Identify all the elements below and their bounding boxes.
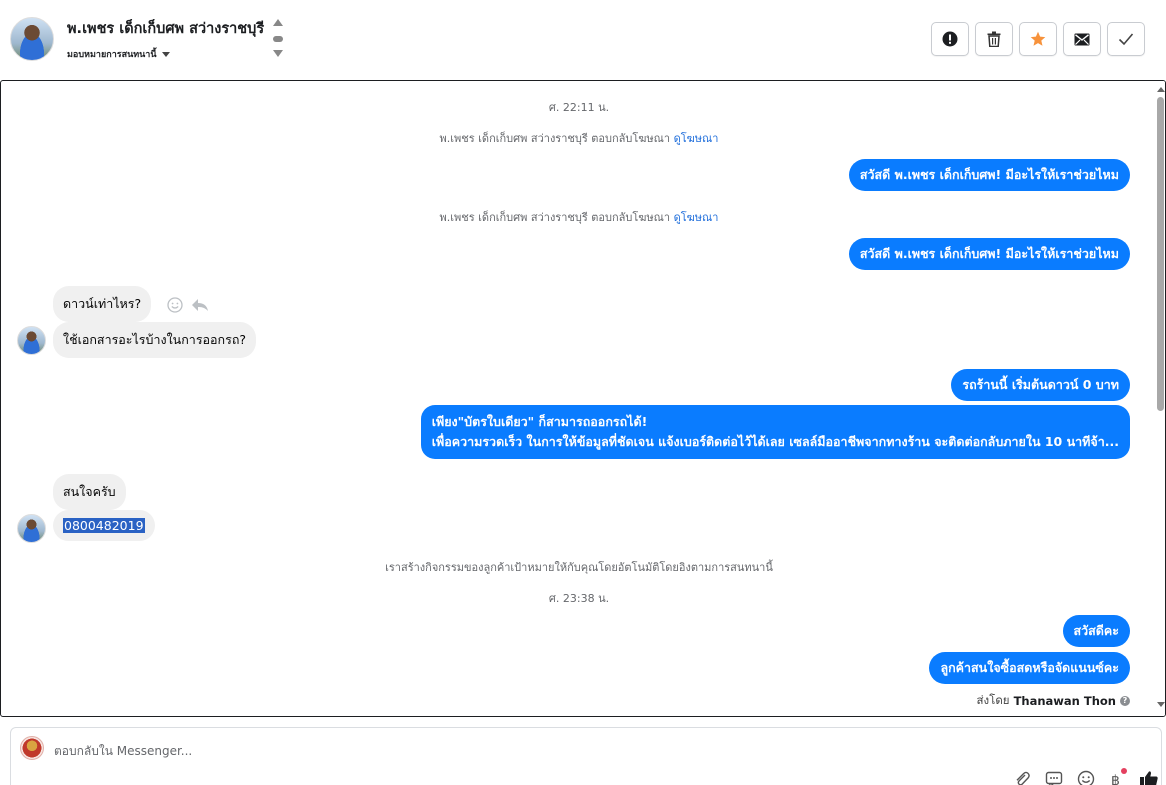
previous-conversation-arrow-icon[interactable] [273, 19, 283, 26]
sent-by-info: ส่งโดย Thanawan Thon ? [977, 692, 1130, 710]
scrollbar[interactable] [1156, 81, 1165, 716]
emoji-icon[interactable] [1077, 770, 1095, 785]
payment-icon[interactable]: ฿ [1109, 768, 1127, 785]
activity-notice: เราสร้างกิจกรรมของลูกค้าเป้าหมายให้กับคุ… [385, 561, 773, 574]
ad-reply-notice: พ.เพชร เด็กเก็บศพ สว่างราชบุรี ตอบกลับโฆ… [1, 129, 1157, 147]
checkmark-icon [1118, 33, 1134, 46]
message-outgoing[interactable]: รถร้านนี้ เริ่มต้นดาวน์ 0 บาท [951, 369, 1130, 402]
message-outgoing-multiline[interactable]: เพียง"บัตรใบเดียว" ก็สามารถออกรถได้! เพื… [420, 405, 1130, 459]
conversation-header: พ.เพชร เด็กเก็บศพ สว่างราชบุรี มอบหมายกา… [0, 0, 1166, 80]
message-outgoing[interactable]: สวัสดี พ.เพชร เด็กเก็บศพ! มีอะไรให้เราช่… [848, 159, 1130, 192]
scrollbar-thumb[interactable] [1157, 97, 1164, 411]
assign-conversation-dropdown[interactable]: มอบหมายการสนทนานี้ [67, 47, 170, 61]
view-ad-link[interactable]: ดูโฆษณา [674, 132, 719, 145]
timestamp: ศ. 23:38 น. [548, 592, 610, 605]
conversation-thread[interactable]: ศ. 22:11 น. พ.เพชร เด็กเก็บศพ สว่างราชบุ… [0, 80, 1166, 717]
svg-text:฿: ฿ [1111, 773, 1120, 785]
message-incoming[interactable]: ดาวน์เท่าไหร? [53, 286, 152, 322]
message-outgoing[interactable]: ลูกค้าสนใจซื้อสดหรือจัดแนนซ์คะ [929, 652, 1130, 685]
notification-dot [1121, 768, 1127, 774]
sent-by-name: Thanawan Thon [1013, 694, 1116, 708]
contact-avatar[interactable] [10, 17, 54, 61]
sender-avatar[interactable] [17, 514, 46, 543]
page-avatar [20, 736, 44, 760]
help-icon[interactable]: ? [1120, 696, 1130, 706]
ad-reply-notice: พ.เพชร เด็กเก็บศพ สว่างราชบุรี ตอบกลับโฆ… [1, 208, 1157, 226]
conversation-nav [272, 19, 284, 61]
message-line: เพียง"บัตรใบเดียว" ก็สามารถออกรถได้! [431, 414, 648, 429]
phone-number[interactable]: 0800482019 [63, 518, 145, 533]
like-icon[interactable] [1139, 770, 1159, 785]
message-incoming[interactable]: สนใจครับ [53, 474, 126, 510]
reply-icon[interactable] [191, 297, 209, 313]
sender-avatar[interactable] [17, 326, 46, 355]
view-ad-link[interactable]: ดูโฆษณา [674, 211, 719, 224]
next-conversation-arrow-icon[interactable] [273, 50, 283, 57]
contact-name[interactable]: พ.เพชร เด็กเก็บศพ สว่างราชบุรี [67, 17, 264, 40]
envelope-icon [1074, 33, 1090, 45]
star-icon [1030, 31, 1046, 46]
message-incoming-phone[interactable]: 0800482019 [53, 510, 155, 541]
mark-spam-button[interactable] [931, 22, 969, 56]
mark-done-button[interactable] [1107, 22, 1145, 56]
drag-handle-icon [273, 36, 283, 42]
reply-composer[interactable]: ตอบกลับใน Messenger... ฿ [10, 727, 1162, 785]
composer-tools: ฿ [1013, 768, 1159, 785]
sent-by-label: ส่งโดย [976, 693, 1010, 707]
message-line: เพื่อความรวดเร็ว ในการให้ข้อมูลที่ชัดเจน… [431, 434, 1119, 449]
message-outgoing[interactable]: สวัสดีคะ [1062, 615, 1130, 648]
reply-input[interactable]: ตอบกลับใน Messenger... [54, 742, 192, 761]
mark-unread-button[interactable] [1063, 22, 1101, 56]
ad-reply-text: พ.เพชร เด็กเก็บศพ สว่างราชบุรี ตอบกลับโฆ… [439, 132, 671, 145]
ad-reply-text: พ.เพชร เด็กเก็บศพ สว่างราชบุรี ตอบกลับโฆ… [439, 211, 671, 224]
scroll-down-icon[interactable] [1157, 702, 1165, 707]
timestamp: ศ. 22:11 น. [548, 101, 610, 114]
star-button[interactable] [1019, 22, 1057, 56]
chevron-down-icon [161, 51, 170, 57]
message-outgoing[interactable]: สวัสดี พ.เพชร เด็กเก็บศพ! มีอะไรให้เราช่… [848, 238, 1130, 271]
assign-label: มอบหมายการสนทนานี้ [67, 50, 157, 60]
scroll-up-icon[interactable] [1157, 87, 1165, 92]
message-incoming[interactable]: ใช้เอกสารอะไรบ้างในการออกรถ? [53, 322, 257, 358]
attachment-icon[interactable] [1013, 770, 1031, 785]
conversation-actions [931, 22, 1145, 56]
saved-reply-icon[interactable] [1045, 770, 1063, 785]
trash-icon [987, 31, 1001, 47]
delete-button[interactable] [975, 22, 1013, 56]
exclamation-icon [942, 31, 958, 47]
message-reactions [167, 297, 209, 313]
emoji-react-icon[interactable] [167, 297, 183, 313]
